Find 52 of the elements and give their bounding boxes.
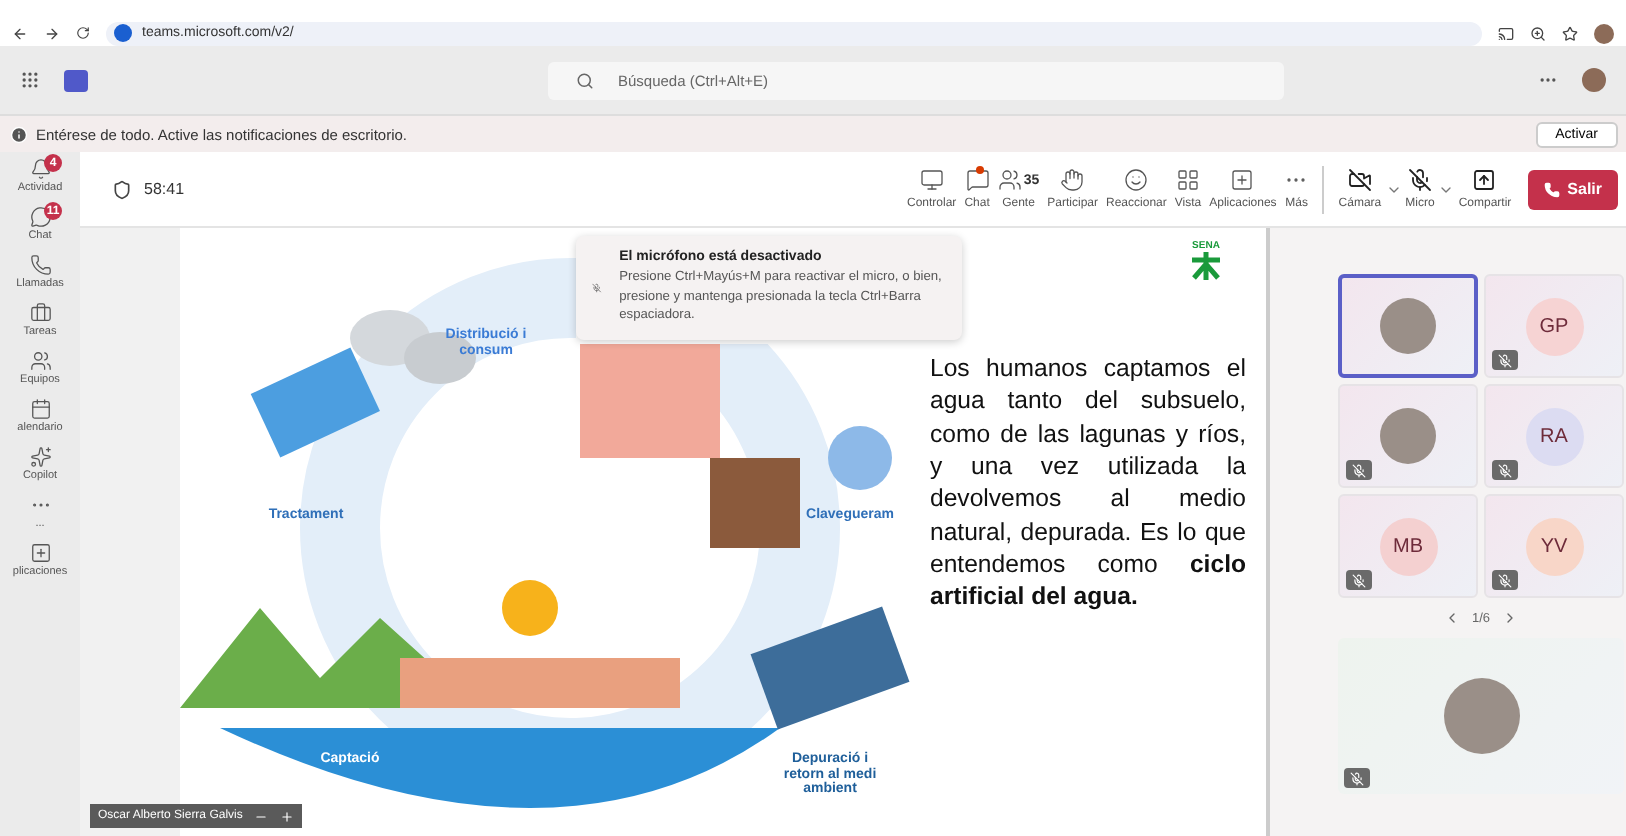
avatar-photo-placeholder <box>1380 298 1436 354</box>
calendar-icon <box>29 398 51 420</box>
shield-icon <box>112 179 132 199</box>
app-grid-icon[interactable] <box>20 70 40 90</box>
people-icon <box>29 350 51 372</box>
sparkle-icon <box>29 446 51 468</box>
participant-tile[interactable]: YV <box>1484 494 1624 598</box>
zoom-icon[interactable] <box>1530 25 1546 41</box>
zoom-in-icon[interactable] <box>280 809 295 823</box>
participant-tile[interactable]: RA <box>1484 384 1624 488</box>
search-icon <box>576 71 594 89</box>
camera-off-icon <box>1347 168 1372 192</box>
monitor-icon <box>919 168 944 192</box>
logo-icon <box>1190 252 1222 280</box>
star-icon[interactable] <box>1562 25 1578 41</box>
briefcase-icon <box>29 302 51 324</box>
chat-icon <box>29 206 51 228</box>
initials-avatar: RA <box>1525 407 1583 465</box>
initials-avatar: GP <box>1525 297 1583 355</box>
forward-icon[interactable] <box>44 25 60 41</box>
chat-icon <box>965 168 990 192</box>
initials-avatar: MB <box>1379 517 1437 575</box>
meeting-timer: 58:41 <box>144 180 185 198</box>
people-icon <box>997 168 1022 192</box>
participant-tile[interactable] <box>1338 638 1624 794</box>
phone-icon <box>29 254 51 276</box>
info-icon <box>10 125 28 143</box>
add-icon <box>29 542 51 564</box>
bell-icon <box>29 158 51 180</box>
smile-icon <box>1124 168 1149 192</box>
reload-icon[interactable] <box>76 26 90 40</box>
profile-avatar[interactable] <box>1582 68 1606 92</box>
profile-avatar[interactable] <box>1594 23 1614 43</box>
mic-off-icon <box>1407 168 1432 192</box>
grid-icon <box>1175 168 1200 192</box>
participant-tile[interactable] <box>1338 274 1478 378</box>
initials-avatar: YV <box>1525 517 1583 575</box>
site-icon <box>114 24 132 42</box>
mic-off-icon <box>592 277 602 298</box>
participant-tile[interactable]: MB <box>1338 494 1478 598</box>
participant-tile[interactable]: GP <box>1484 274 1624 378</box>
add-icon <box>1230 168 1255 192</box>
cast-icon[interactable] <box>1498 25 1514 41</box>
avatar-photo-placeholder <box>1443 678 1519 754</box>
slide-paragraph: Los humanos captamos el agua tanto del subsuelo, como de las lagunas y ríos, y una vez utilizada la devolvemos al medio natural, depurada. Es lo que entendemos como ciclo artificial del agua. <box>930 352 1246 614</box>
hand-icon <box>1060 168 1085 192</box>
back-icon[interactable] <box>12 25 28 41</box>
app-logo <box>64 69 88 91</box>
share-icon <box>1472 168 1497 192</box>
avatar-photo-placeholder <box>1380 408 1436 464</box>
leave-button[interactable]: Salir <box>1527 169 1618 209</box>
phone-icon <box>1543 181 1560 197</box>
